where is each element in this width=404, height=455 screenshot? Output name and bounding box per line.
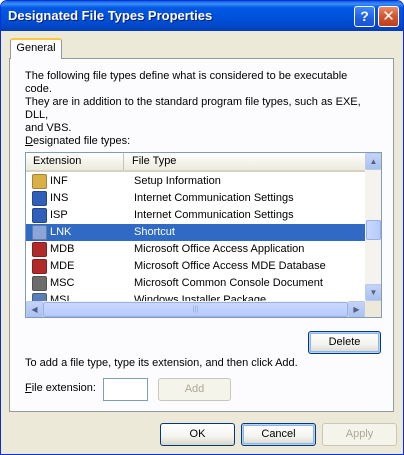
list-item[interactable]: MDB Microsoft Office Access Application bbox=[26, 241, 365, 258]
column-header-extension[interactable]: Extension bbox=[26, 153, 124, 170]
accelerator-key: F bbox=[25, 382, 32, 394]
shortcut-file-icon bbox=[32, 225, 47, 240]
chevron-up-icon: ▲ bbox=[369, 157, 378, 166]
vertical-scrollbar[interactable]: ▲ ▼ bbox=[365, 153, 381, 301]
list-item[interactable]: INS Internet Communication Settings bbox=[26, 190, 365, 207]
window-title: Designated File Types Properties bbox=[8, 8, 213, 23]
inf-file-icon bbox=[32, 174, 47, 189]
list-header: Extension File Type bbox=[26, 153, 365, 172]
scroll-down-button[interactable]: ▼ bbox=[365, 284, 381, 301]
file-type-cell: Microsoft Office Access MDE Database bbox=[134, 260, 326, 272]
add-instructions: To add a file type, type its extension, … bbox=[25, 357, 298, 369]
mde-file-icon bbox=[32, 259, 47, 274]
file-type-cell: Internet Communication Settings bbox=[134, 192, 294, 204]
help-icon: ? bbox=[360, 8, 369, 24]
scroll-up-button[interactable]: ▲ bbox=[365, 153, 381, 170]
column-header-file-type[interactable]: File Type bbox=[125, 153, 365, 170]
file-extension-cell: ISP bbox=[50, 209, 68, 221]
description-line: They are in addition to the standard pro… bbox=[25, 96, 361, 121]
list-item[interactable]: ISP Internet Communication Settings bbox=[26, 207, 365, 224]
label-text: ile extension: bbox=[31, 382, 96, 394]
cancel-button[interactable]: Cancel bbox=[241, 423, 316, 446]
delete-button[interactable]: Delete bbox=[308, 331, 381, 354]
properties-dialog: Designated File Types Properties ? ✕ Gen… bbox=[0, 0, 404, 455]
file-type-cell: Setup Information bbox=[134, 175, 221, 187]
isp-file-icon bbox=[32, 208, 47, 223]
ins-file-icon bbox=[32, 191, 47, 206]
designated-file-types-label: Designated file types: bbox=[25, 135, 130, 147]
label-text: esignated file types: bbox=[32, 135, 131, 147]
file-extension-cell: MDE bbox=[50, 260, 75, 272]
file-type-cell: Internet Communication Settings bbox=[134, 209, 294, 221]
horizontal-scrollbar[interactable]: ◀ ||| ▶ bbox=[26, 301, 365, 317]
msc-file-icon bbox=[32, 276, 47, 291]
list-item[interactable]: LNK Shortcut bbox=[26, 224, 365, 241]
description-text: The following file types define what is … bbox=[25, 70, 375, 135]
title-bar[interactable]: Designated File Types Properties ? ✕ bbox=[1, 1, 403, 31]
close-icon: ✕ bbox=[382, 8, 395, 25]
file-extension-cell: MSC bbox=[50, 277, 75, 289]
file-type-cell: Shortcut bbox=[134, 226, 175, 238]
scroll-left-button[interactable]: ◀ bbox=[26, 301, 43, 317]
chevron-right-icon: ▶ bbox=[353, 305, 360, 314]
file-extension-cell: INF bbox=[50, 175, 68, 187]
list-item[interactable]: MSC Microsoft Common Console Document bbox=[26, 275, 365, 292]
file-type-cell: Microsoft Common Console Document bbox=[134, 277, 323, 289]
file-extension-input[interactable] bbox=[103, 378, 148, 401]
file-type-cell: Microsoft Office Access Application bbox=[134, 243, 305, 255]
list-item[interactable]: MDE Microsoft Office Access MDE Database bbox=[26, 258, 365, 275]
tab-general[interactable]: General bbox=[10, 38, 62, 59]
mdb-file-icon bbox=[32, 242, 47, 257]
add-button[interactable]: Add bbox=[158, 378, 231, 401]
chevron-left-icon: ◀ bbox=[31, 305, 38, 314]
description-line: The following file types define what is … bbox=[25, 70, 348, 95]
file-extension-cell: LNK bbox=[50, 226, 72, 238]
horizontal-scroll-thumb[interactable]: ||| bbox=[43, 302, 348, 317]
vertical-scroll-thumb[interactable] bbox=[366, 220, 381, 240]
file-extension-cell: MDB bbox=[50, 243, 75, 255]
apply-button[interactable]: Apply bbox=[322, 423, 397, 446]
grip-icon: ||| bbox=[192, 306, 199, 313]
accelerator-key: D bbox=[25, 135, 33, 147]
list-rows: INF Setup Information INS Internet Communic… bbox=[26, 173, 365, 309]
scroll-right-button[interactable]: ▶ bbox=[348, 301, 365, 317]
file-extension-label: File extension: bbox=[25, 382, 96, 394]
close-button[interactable]: ✕ bbox=[378, 6, 399, 27]
description-line: and VBS. bbox=[25, 122, 72, 134]
ok-button[interactable]: OK bbox=[160, 423, 235, 446]
scrollbar-corner bbox=[365, 301, 381, 317]
file-types-list[interactable]: Extension File Type INF Setup Information… bbox=[25, 152, 382, 318]
file-extension-cell: INS bbox=[50, 192, 69, 204]
list-item[interactable]: INF Setup Information bbox=[26, 173, 365, 190]
chevron-down-icon: ▼ bbox=[369, 288, 378, 297]
help-button[interactable]: ? bbox=[354, 6, 375, 27]
